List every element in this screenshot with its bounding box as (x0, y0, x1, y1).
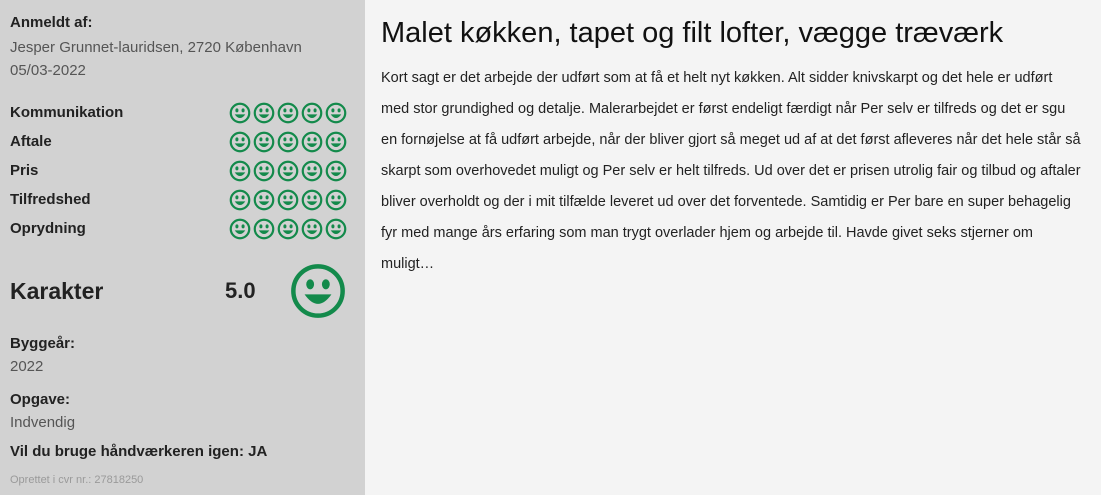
smiley-face-icon (229, 218, 251, 239)
smiley-face-icon (325, 102, 347, 123)
smiley-face-icon (301, 160, 323, 181)
review-body: Kort sagt er det arbejde der udført som … (381, 70, 1081, 272)
smiley-face-icon (325, 218, 347, 239)
cvr-number: Oprettet i cvr nr.: 27818250 (10, 474, 144, 486)
rating-row: Tilfredshed (10, 185, 347, 214)
smiley-face-icon (301, 189, 323, 210)
review-card: Anmeldt af: Jesper Grunnet-lauridsen, 27… (0, 0, 1101, 495)
review-sidebar: Anmeldt af: Jesper Grunnet-lauridsen, 27… (0, 0, 365, 495)
rating-label: Oprydning (10, 220, 86, 237)
smiley-face-icon (277, 160, 299, 181)
rating-smileys (229, 160, 347, 182)
smiley-face-icon (229, 189, 251, 210)
reviewer-info: Anmeldt af: Jesper Grunnet-lauridsen, 27… (10, 14, 347, 82)
smiley-face-icon (277, 102, 299, 123)
reviewer-label: Anmeldt af: (10, 14, 93, 31)
smiley-face-icon (253, 218, 275, 239)
smiley-face-icon (229, 131, 251, 152)
rating-smileys (229, 102, 347, 124)
rating-row: Oprydning (10, 214, 347, 243)
review-content: Malet køkken, tapet og filt lofter, vægg… (365, 0, 1101, 495)
task-label: Opgave: (10, 391, 71, 408)
job-details: Byggeår: 2022 Opgave: Indvendig Vil du b… (10, 335, 347, 460)
smiley-face-icon (325, 131, 347, 152)
task-value: Indvendig (10, 414, 76, 431)
rating-smileys (229, 131, 347, 153)
smiley-face-icon (253, 131, 275, 152)
smiley-face-icon (229, 160, 251, 181)
rating-row: Pris (10, 156, 347, 185)
smiley-face-icon (301, 102, 323, 123)
smiley-face-icon (301, 131, 323, 152)
smiley-face-icon (253, 160, 275, 181)
rating-label: Aftale (10, 133, 52, 150)
smiley-face-icon (301, 218, 323, 239)
smiley-face-icon (229, 102, 251, 123)
overall-rating: Karakter 5.0 (10, 262, 347, 320)
rating-smileys (229, 218, 347, 240)
smiley-face-icon (277, 131, 299, 152)
rating-row: Kommunikation (10, 98, 347, 127)
rating-label: Kommunikation (10, 104, 124, 121)
rating-row: Aftale (10, 127, 347, 156)
smiley-face-icon (325, 160, 347, 181)
rating-label: Tilfredshed (10, 191, 91, 208)
build-year-value: 2022 (10, 358, 44, 375)
overall-rating-score: 5.0 (225, 278, 256, 303)
smiley-face-icon (277, 189, 299, 210)
review-date: 05/03-2022 (10, 62, 86, 79)
ratings-list: Kommunikation Aftale Pris Tilfredshed Oprydn… (10, 98, 347, 243)
build-year-label: Byggeår: (10, 335, 76, 352)
overall-rating-label: Karakter (10, 277, 104, 304)
smiley-face-icon (253, 189, 275, 210)
review-title: Malet køkken, tapet og filt lofter, vægg… (381, 17, 1004, 49)
reviewer-name: Jesper Grunnet-lauridsen, 2720 København (10, 39, 302, 56)
rating-label: Pris (10, 162, 39, 179)
rating-smileys (229, 189, 347, 211)
smiley-face-icon (253, 102, 275, 123)
smiley-face-icon (291, 264, 345, 318)
smiley-face-icon (277, 218, 299, 239)
use-again-answer: Vil du bruge håndværkeren igen: JA (10, 443, 268, 460)
smiley-face-icon (325, 189, 347, 210)
